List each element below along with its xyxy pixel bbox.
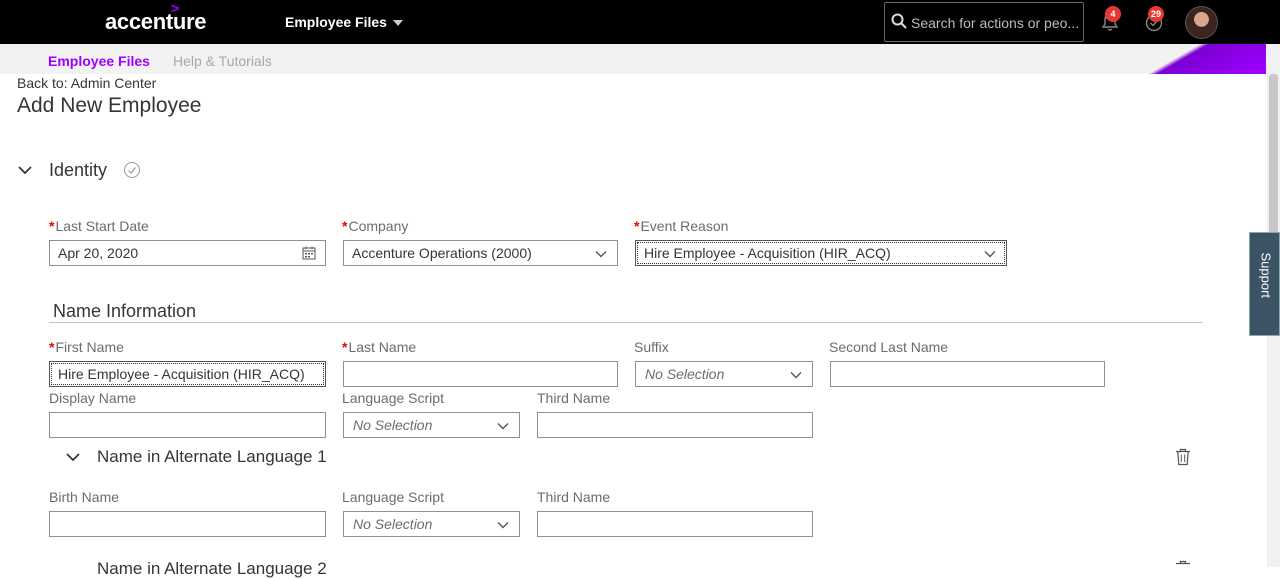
alt-language-1-title: Name in Alternate Language 1 (97, 447, 327, 466)
company-select[interactable]: Accenture Operations (2000) (343, 240, 618, 266)
tab-help-tutorials[interactable]: Help & Tutorials (173, 53, 272, 69)
back-link[interactable]: Back to: Admin Center (17, 75, 156, 91)
support-tab[interactable]: Support (1249, 232, 1280, 336)
company-value: Accenture Operations (2000) (352, 245, 532, 261)
calendar-icon[interactable] (302, 246, 316, 260)
tab-employee-files[interactable]: Employee Files (48, 53, 150, 69)
second-last-name-label: Second Last Name (829, 339, 949, 355)
last-start-date-value: Apr 20, 2020 (58, 245, 139, 261)
company-label: *Company (342, 218, 409, 234)
alt-language-script-select[interactable]: No Selection (343, 511, 520, 537)
search-icon (891, 13, 907, 29)
display-name-input[interactable] (49, 412, 326, 438)
alt-language-script-value: No Selection (353, 516, 433, 532)
chevron-down-icon (497, 522, 509, 529)
suffix-value: No Selection (645, 366, 725, 382)
chevron-down-icon (595, 251, 607, 258)
language-script-label: Language Script (342, 390, 444, 406)
chevron-down-icon (790, 372, 802, 379)
required-marker: * (49, 218, 55, 234)
first-name-value: Hire Employee - Acquisition (HIR_ACQ) (58, 366, 305, 382)
birth-name-input[interactable] (49, 511, 326, 537)
suffix-label: Suffix (634, 339, 669, 355)
chevron-down-icon (497, 423, 509, 430)
name-information-heading: Name Information (53, 301, 197, 321)
last-name-input[interactable] (343, 361, 618, 387)
language-script-select[interactable]: No Selection (343, 412, 520, 438)
notifications-badge: 4 (1105, 6, 1121, 22)
required-marker: * (49, 339, 55, 355)
search-box[interactable] (884, 2, 1084, 42)
sub-navigation: Employee Files Help & Tutorials (0, 44, 1280, 74)
check-circle-icon (124, 162, 140, 178)
logo-accent-mark: > (171, 0, 180, 16)
last-name-label: *Last Name (342, 339, 417, 355)
app-menu-label: Employee Files (285, 14, 387, 30)
event-reason-value: Hire Employee - Acquisition (HIR_ACQ) (644, 245, 891, 261)
user-avatar[interactable] (1185, 6, 1218, 39)
chevron-down-icon[interactable] (17, 164, 33, 176)
search-input[interactable] (911, 12, 1079, 34)
last-start-date-label: *Last Start Date (49, 218, 149, 234)
second-last-name-input[interactable] (830, 361, 1105, 387)
first-name-input[interactable]: Hire Employee - Acquisition (HIR_ACQ) (49, 361, 326, 387)
first-name-label: *First Name (49, 339, 124, 355)
event-reason-label: *Event Reason (634, 218, 729, 234)
display-name-label: Display Name (49, 390, 137, 406)
approvals-badge: 29 (1148, 6, 1165, 22)
alt-third-name-input[interactable] (537, 511, 813, 537)
chevron-down-icon[interactable] (65, 451, 81, 463)
event-reason-select[interactable]: Hire Employee - Acquisition (HIR_ACQ) (635, 240, 1007, 266)
third-name-label: Third Name (537, 390, 611, 406)
alt-language-script-label: Language Script (342, 489, 444, 505)
identity-section-title: Identity (49, 160, 108, 180)
brand-accent-wedge (1091, 44, 1266, 74)
required-marker: * (634, 218, 640, 234)
caret-down-icon (392, 20, 403, 27)
alt-language-2-title: Name in Alternate Language 2 (97, 559, 327, 578)
required-marker: * (342, 218, 348, 234)
top-bar: accenture > Employee Files 4 29 (0, 0, 1280, 44)
app-menu-button[interactable]: Employee Files (285, 14, 403, 30)
suffix-select[interactable]: No Selection (635, 361, 813, 387)
trash-icon[interactable] (1175, 448, 1191, 466)
section-divider (49, 322, 1203, 323)
accenture-logo[interactable]: accenture (105, 9, 207, 35)
language-script-value: No Selection (353, 417, 433, 433)
page-title: Add New Employee (17, 94, 202, 117)
alt-third-name-label: Third Name (537, 489, 611, 505)
trash-icon[interactable] (1175, 560, 1191, 578)
birth-name-label: Birth Name (49, 489, 120, 505)
required-marker: * (342, 339, 348, 355)
third-name-input[interactable] (537, 412, 813, 438)
chevron-down-icon (984, 251, 996, 258)
last-start-date-field[interactable]: Apr 20, 2020 (49, 240, 326, 266)
support-label: Support (1258, 252, 1274, 299)
